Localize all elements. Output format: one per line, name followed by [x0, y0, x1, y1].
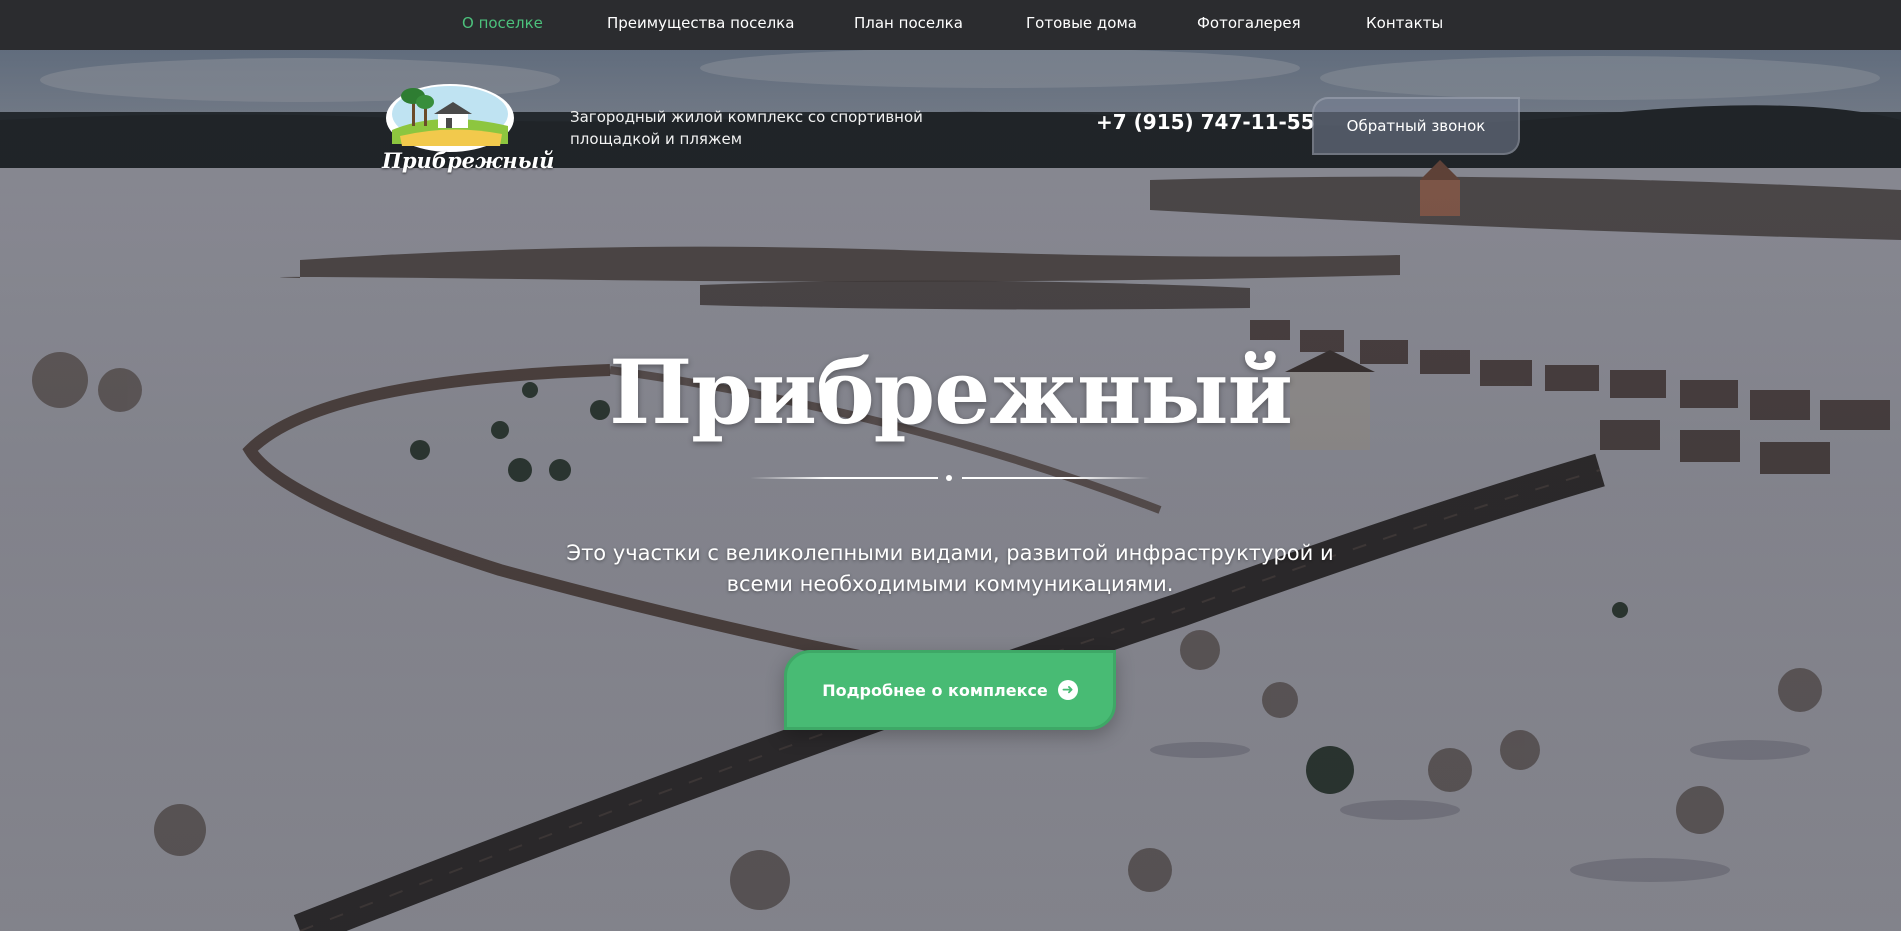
arrow-circle-right-icon: ➜ — [1057, 680, 1078, 700]
nav-item-contacts[interactable]: Контакты — [1366, 0, 1443, 50]
divider-line-right — [962, 477, 1150, 479]
title-divider — [750, 472, 1150, 484]
callback-button[interactable]: Обратный звонок — [1312, 97, 1520, 155]
divider-line-left — [750, 477, 938, 479]
hero-title: Прибрежный — [609, 340, 1293, 444]
divider-dot — [946, 475, 952, 481]
hero-subtitle: Это участки с великолепными видами, разв… — [566, 541, 1334, 596]
nav-item-plan[interactable]: План поселка — [854, 0, 963, 50]
hero-overlay — [0, 50, 1901, 931]
logo[interactable]: Прибрежный — [380, 74, 555, 180]
nav-item-advantages[interactable]: Преимущества поселка — [607, 0, 794, 50]
logo-emblem-icon — [386, 84, 514, 152]
hero-section — [0, 50, 1901, 931]
nav-item-ready-houses[interactable]: Готовые дома — [1026, 0, 1137, 50]
site-tagline: Загородный жилой комплекс со спортивной … — [570, 108, 923, 148]
cta-label: Подробнее о комплексе — [822, 680, 1048, 700]
logo-text: Прибрежный — [382, 148, 555, 173]
phone-number[interactable]: +7 (915) 747-11-55 — [1096, 110, 1315, 134]
top-navigation: О поселке Преимущества поселка План посе… — [0, 0, 1901, 50]
more-about-complex-button[interactable]: Подробнее о комплексе ➜ — [784, 650, 1116, 730]
nav-item-about[interactable]: О поселке — [462, 0, 543, 50]
nav-item-gallery[interactable]: Фотогалерея — [1197, 0, 1301, 50]
